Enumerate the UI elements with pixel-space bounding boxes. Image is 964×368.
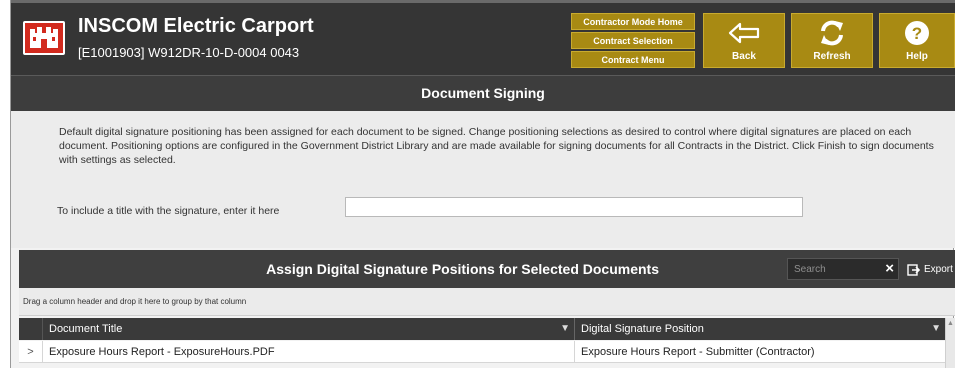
contract-menu-link[interactable]: Contract Menu: [571, 51, 695, 68]
signature-title-input[interactable]: [345, 197, 803, 217]
group-by-hint: Drag a column header and drop it here to…: [23, 297, 247, 306]
scroll-up-icon[interactable]: ▲: [947, 320, 954, 327]
search-box: ×: [787, 258, 899, 280]
filter-icon[interactable]: ▼: [560, 318, 570, 340]
contract-number: [E1001903] W912DR-10-D-0004 0043: [78, 45, 300, 60]
export-button[interactable]: Export: [907, 260, 953, 278]
instructions-text: Default digital signature positioning ha…: [59, 126, 934, 166]
app-header: INSCOM Electric Carport [E1001903] W912D…: [11, 0, 955, 75]
svg-text:?: ?: [912, 24, 922, 43]
contract-selection-link[interactable]: Contract Selection: [571, 32, 695, 49]
clear-search-icon[interactable]: ×: [885, 260, 894, 278]
instructions-panel: Default digital signature positioning ha…: [11, 111, 955, 248]
menu-stack: Contractor Mode Home Contract Selection …: [571, 13, 695, 68]
help-label: Help: [906, 51, 928, 62]
grid-toolbar: Assign Digital Signature Positions for S…: [19, 250, 955, 288]
column-header-signature-position[interactable]: Digital Signature Position ▼: [575, 318, 945, 340]
expand-row-icon[interactable]: >: [19, 341, 43, 363]
back-arrow-icon: [704, 19, 784, 47]
back-label: Back: [732, 51, 756, 62]
group-by-panel[interactable]: Drag a column header and drop it here to…: [19, 288, 955, 316]
refresh-icon: [792, 19, 872, 47]
search-input[interactable]: [790, 261, 876, 277]
contractor-mode-home-link[interactable]: Contractor Mode Home: [571, 13, 695, 30]
export-icon: [907, 264, 921, 276]
page-title: Document Signing: [11, 75, 955, 111]
signature-position-cell[interactable]: Exposure Hours Report - Submitter (Contr…: [575, 341, 945, 363]
expand-column-header: [19, 318, 43, 340]
table-row[interactable]: > Exposure Hours Report - ExposureHours.…: [19, 341, 945, 363]
vertical-scrollbar[interactable]: ▲: [945, 318, 955, 368]
export-label: Export: [924, 263, 953, 275]
filter-icon[interactable]: ▼: [931, 318, 941, 340]
column-header-label: Digital Signature Position: [581, 323, 704, 335]
refresh-button[interactable]: Refresh: [791, 13, 873, 68]
document-title-cell: Exposure Hours Report - ExposureHours.PD…: [43, 341, 575, 363]
help-icon: ?: [880, 19, 954, 47]
column-headers: Document Title ▼ Digital Signature Posit…: [19, 318, 945, 340]
column-header-label: Document Title: [49, 323, 123, 335]
app-title: INSCOM Electric Carport: [78, 15, 314, 37]
refresh-label: Refresh: [813, 51, 851, 62]
back-button[interactable]: Back: [703, 13, 785, 68]
app-window: INSCOM Electric Carport [E1001903] W912D…: [10, 0, 955, 368]
help-button[interactable]: ? Help: [879, 13, 955, 68]
column-header-document-title[interactable]: Document Title ▼: [43, 318, 575, 340]
signature-title-label: To include a title with the signature, e…: [57, 205, 280, 217]
castle-logo-icon: [23, 21, 65, 55]
grid-title: Assign Digital Signature Positions for S…: [266, 261, 659, 277]
